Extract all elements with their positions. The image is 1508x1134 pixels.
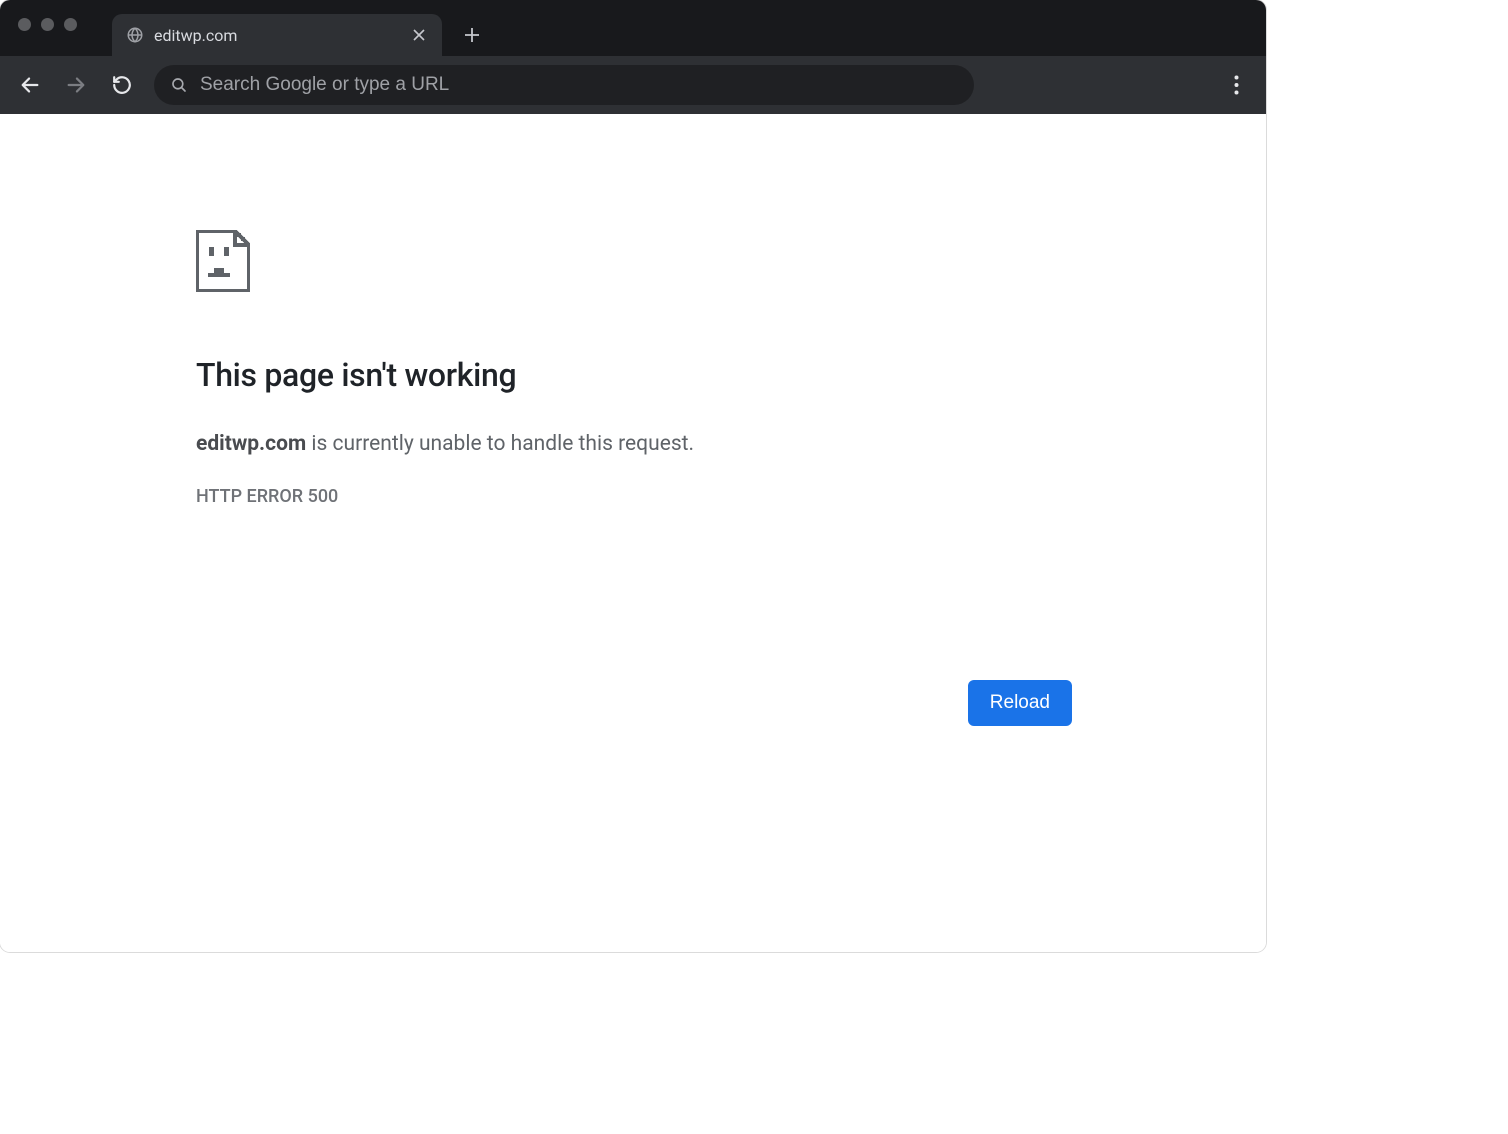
- tab-strip: editwp.com: [112, 0, 492, 56]
- reload-button[interactable]: Reload: [968, 680, 1072, 726]
- toolbar: [0, 56, 1266, 114]
- browser-window: editwp.com: [0, 0, 1266, 952]
- zoom-window-button[interactable]: [64, 18, 77, 31]
- close-window-button[interactable]: [18, 18, 31, 31]
- titlebar: editwp.com: [0, 0, 1266, 56]
- error-message-tail: is currently unable to handle this reque…: [306, 432, 694, 456]
- error-code: HTTP ERROR 500: [196, 486, 1072, 507]
- error-message: editwp.com is currently unable to handle…: [196, 432, 1072, 456]
- forward-button[interactable]: [56, 65, 96, 105]
- minimize-window-button[interactable]: [41, 18, 54, 31]
- browser-tab[interactable]: editwp.com: [112, 14, 442, 56]
- broken-page-icon: [196, 230, 1072, 296]
- new-tab-button[interactable]: [452, 15, 492, 55]
- address-input[interactable]: [200, 74, 958, 96]
- tab-title: editwp.com: [154, 26, 400, 45]
- address-bar[interactable]: [154, 65, 974, 105]
- error-host: editwp.com: [196, 432, 306, 456]
- window-controls: [18, 18, 77, 31]
- globe-icon: [126, 26, 144, 44]
- search-icon: [170, 76, 188, 94]
- close-tab-button[interactable]: [410, 26, 428, 44]
- page-content: This page isn't working editwp.com is cu…: [0, 114, 1266, 952]
- browser-menu-button[interactable]: [1216, 65, 1256, 105]
- reload-icon-button[interactable]: [102, 65, 142, 105]
- error-container: This page isn't working editwp.com is cu…: [196, 230, 1072, 507]
- error-title: This page isn't working: [196, 356, 1072, 394]
- back-button[interactable]: [10, 65, 50, 105]
